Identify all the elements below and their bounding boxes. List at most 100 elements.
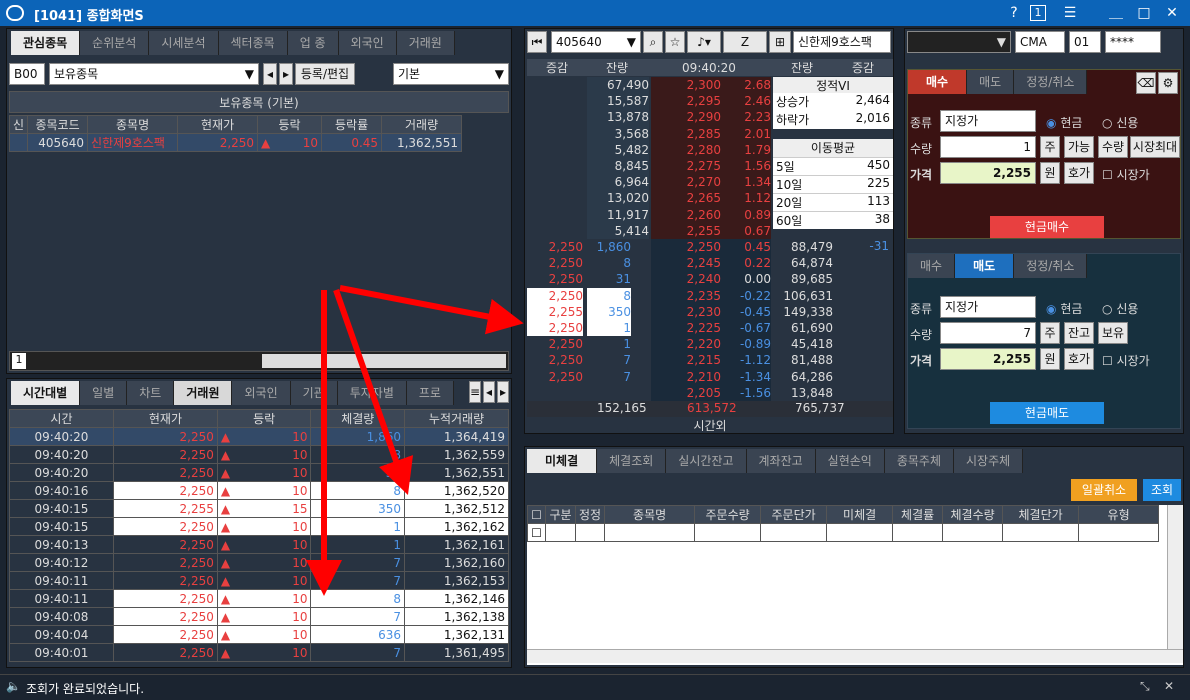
tab-broker2[interactable]: 거래원 [174, 381, 233, 405]
tab-sector[interactable]: 섹터종목 [218, 31, 288, 55]
won-button[interactable]: 원 [1040, 348, 1060, 370]
tab-menu-icon[interactable]: ≡ [469, 381, 481, 403]
prev-button[interactable]: ◂ [263, 63, 277, 85]
tab-buy[interactable]: 매수 [908, 70, 968, 94]
tab-modify[interactable]: 정정/취소 [1014, 70, 1088, 94]
account-select[interactable]: ▼ [907, 31, 1011, 53]
row-checkbox[interactable]: ☐ [527, 523, 546, 542]
tab-unfilled[interactable]: 미체결 [527, 449, 598, 473]
table-row[interactable]: 09:40:15 2,250 ▲ 10 1 1,362,162 [9, 517, 509, 536]
stock-code-input[interactable]: 405640 ▼ [551, 31, 641, 53]
tab-account-balance[interactable]: 계좌잔고 [746, 449, 816, 473]
screen-number-button[interactable]: 1 [1030, 5, 1046, 21]
help-button[interactable]: ? [1004, 3, 1024, 23]
table-row[interactable]: 09:40:11 2,250 ▲ 10 8 1,362,146 [9, 589, 509, 608]
market-checkbox[interactable]: ☐ 시장가 [1102, 352, 1150, 369]
shrink-icon[interactable]: ⤡ [1140, 679, 1150, 694]
tab-fills[interactable]: 체결조회 [597, 449, 667, 473]
z-button[interactable]: Z [723, 31, 767, 53]
market-max-button[interactable]: 시장최대 [1130, 136, 1180, 158]
tab-sell[interactable]: 매도 [967, 70, 1015, 94]
scrollbar-thumb[interactable] [262, 354, 506, 368]
first-icon[interactable]: ⏮ [527, 31, 547, 53]
ju-button[interactable]: 주 [1040, 322, 1060, 344]
sell-submit-button[interactable]: 현금매도 [990, 402, 1104, 424]
holding-button[interactable]: 보유 [1098, 322, 1128, 344]
table-row[interactable]: 09:40:16 2,250 ▲ 10 8 1,362,520 [9, 481, 509, 500]
cancel-all-button[interactable]: 일괄취소 [1071, 479, 1137, 501]
hoga-button[interactable]: 호가 [1064, 348, 1094, 370]
star-icon[interactable]: ☆ [665, 31, 685, 53]
tab-next-button[interactable]: ▸ [497, 381, 509, 403]
sell-qty-input[interactable]: 7 [940, 322, 1036, 344]
table-row[interactable]: 09:40:04 2,250 ▲ 10 636 1,362,131 [9, 625, 509, 644]
bid-row[interactable]: 2,205 -1.56 13,848 [527, 384, 893, 401]
table-row[interactable]: 09:40:13 2,250 ▲ 10 1 1,362,161 [9, 535, 509, 554]
stock-name-field[interactable]: 신한제9호스팩 [793, 31, 891, 53]
password-field[interactable]: **** [1105, 31, 1161, 53]
table-row[interactable]: 09:40:20 2,250 ▲ 10 31 1,362,551 [9, 463, 509, 482]
tab-market-subject[interactable]: 시장주체 [954, 449, 1024, 473]
search-icon[interactable]: ⌕ [643, 31, 663, 53]
account-type-select[interactable]: CMA [1015, 31, 1065, 53]
tab-chart[interactable]: 차트 [127, 381, 175, 405]
tab-buy2[interactable]: 매수 [908, 254, 956, 278]
tab-sell2[interactable]: 매도 [955, 254, 1015, 278]
balance-button[interactable]: 잔고 [1064, 322, 1094, 344]
tab-foreign[interactable]: 외국인 [338, 31, 397, 55]
credit-radio[interactable]: ○ 신용 [1102, 300, 1138, 317]
order-kind-select[interactable]: 지정가 [940, 110, 1036, 132]
group-code-field[interactable]: B00 [9, 63, 45, 85]
tab-time[interactable]: 시간대별 [11, 381, 81, 405]
table-row[interactable]: 09:40:20 2,250 ▲ 10 8 1,362,559 [9, 445, 509, 464]
query-button[interactable]: 조회 [1143, 479, 1181, 501]
register-edit-button[interactable]: 등록/편집 [295, 63, 355, 85]
maximize-button[interactable]: □ [1134, 3, 1154, 23]
tab-daily[interactable]: 일별 [80, 381, 128, 405]
bell-icon[interactable]: ♪▾ [687, 31, 721, 53]
table-row[interactable]: ☐ [527, 523, 1160, 542]
horizontal-scrollbar[interactable]: 1 [9, 351, 509, 371]
after-hours-label[interactable]: 시간외 [527, 417, 893, 433]
credit-radio[interactable]: ○ 신용 [1102, 114, 1138, 131]
orders-hscrollbar[interactable] [527, 649, 1183, 663]
eraser-icon[interactable]: ⌫ [1136, 72, 1156, 94]
tab-program[interactable]: 프로 [406, 381, 454, 405]
sell-price-input[interactable]: 2,255 [940, 348, 1036, 370]
table-row[interactable]: 09:40:12 2,250 ▲ 10 7 1,362,160 [9, 553, 509, 572]
account-sub-select[interactable]: 01 [1069, 31, 1101, 53]
cash-radio[interactable]: ◉ 현금 [1046, 114, 1082, 131]
tab-broker[interactable]: 거래원 [396, 31, 455, 55]
tab-realtime-balance[interactable]: 실시간잔고 [666, 449, 747, 473]
table-row[interactable]: 405640 신한제9호스팩 2,250 ▲ 10 0.45 1,362,551 [8, 133, 463, 152]
table-row[interactable]: 09:40:01 2,250 ▲ 10 7 1,361,495 [9, 643, 509, 662]
won-button[interactable]: 원 [1040, 162, 1060, 184]
tab-ranking[interactable]: 순위분석 [80, 31, 150, 55]
tab-watchlist[interactable]: 관심종목 [11, 31, 81, 55]
buy-submit-button[interactable]: 현금매수 [990, 216, 1104, 238]
tab-modify2[interactable]: 정정/취소 [1014, 254, 1088, 278]
market-checkbox[interactable]: ☐ 시장가 [1102, 166, 1150, 183]
tab-foreign2[interactable]: 외국인 [232, 381, 291, 405]
cash-radio[interactable]: ◉ 현금 [1046, 300, 1082, 317]
hoga-button[interactable]: 호가 [1064, 162, 1094, 184]
stock-info-icon[interactable]: ⊞ [769, 31, 791, 53]
close-small-icon[interactable]: ✕ [1164, 679, 1174, 693]
tab-quote-analysis[interactable]: 시세분석 [149, 31, 219, 55]
tab-investor[interactable]: 투자자별 [337, 381, 407, 405]
next-button[interactable]: ▸ [279, 63, 293, 85]
sell-kind-select[interactable]: 지정가 [940, 296, 1036, 318]
orders-vscrollbar[interactable] [1167, 505, 1183, 649]
table-row[interactable]: 09:40:20 2,250 ▲ 10 1,860 1,364,419 [9, 427, 509, 446]
tab-prev-button[interactable]: ◂ [483, 381, 495, 403]
tab-industry[interactable]: 업 종 [287, 31, 339, 55]
table-row[interactable]: 09:40:15 2,255 ▲ 15 350 1,362,512 [9, 499, 509, 518]
gear-icon[interactable]: ⚙ [1158, 72, 1178, 94]
buy-price-input[interactable]: 2,255 [940, 162, 1036, 184]
buy-qty-input[interactable]: 1 [940, 136, 1036, 158]
tab-stock-subject[interactable]: 종목주체 [884, 449, 955, 473]
tab-realized-pl[interactable]: 실현손익 [815, 449, 885, 473]
group-select[interactable]: 보유종목 ▼ [49, 63, 259, 85]
tab-institution[interactable]: 기관 [290, 381, 338, 405]
view-select[interactable]: 기본 ▼ [393, 63, 509, 85]
